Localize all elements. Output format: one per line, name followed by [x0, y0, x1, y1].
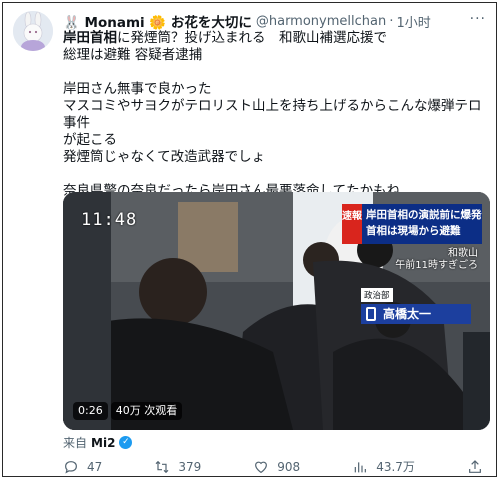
views-chart-icon: [354, 461, 367, 472]
tweet-header: 🐰 Monami 🌼 お花を大切に @harmonymellchan · 1小时: [63, 11, 486, 31]
text-line-1-rest: に発煙筒？投げ込まれる 和歌山補選応援で: [117, 30, 387, 46]
breaking-line-2: 首相は現場から避難: [366, 225, 461, 237]
verified-badge-icon: ✓: [119, 436, 133, 449]
text-gap: [63, 64, 493, 81]
location-time: 午前11時すぎごろ: [395, 260, 478, 271]
avatar-image: [13, 11, 53, 51]
separator-dot: ·: [389, 13, 394, 29]
video-duration: 0:26: [73, 402, 108, 420]
tweet-card: 🐰 Monami 🌼 お花を大切に @harmonymellchan · 1小时…: [2, 2, 497, 477]
video-player[interactable]: 11:48 速報 岸田首相の演説前に爆発音 首相は現場から避難 和歌山 午前11…: [63, 192, 490, 430]
share-button[interactable]: [467, 458, 483, 475]
tweet-actions: 47 379 908 43.7万: [63, 458, 483, 475]
location-name: 和歌山: [448, 248, 478, 259]
text-line-6: が起こる: [63, 132, 117, 148]
text-gap: [63, 166, 493, 183]
video-clock: 11:48: [81, 210, 138, 230]
retweet-button[interactable]: 379: [154, 458, 201, 475]
retweet-icon: [155, 460, 169, 473]
author-name-suffix: お花を大切に: [170, 15, 252, 31]
text-line-2: 総理は避難 容疑者逮捕: [63, 47, 203, 63]
avatar[interactable]: [13, 11, 53, 51]
text-line-5: マスコミやサヨクがテロリスト山上を持ち上げるからこんな爆弾テロ事件: [63, 98, 482, 131]
text-line-7: 発煙筒じゃなくて改造武器でしょ: [63, 149, 266, 165]
reporter-dept: 政治部: [361, 288, 393, 302]
retweet-count: 379: [178, 459, 202, 474]
reporter-namebar: 高橋太一: [361, 304, 471, 324]
tweet-text: 岸田首相に発煙筒？投げ込まれる 和歌山補選応援で 総理は避難 容疑者逮捕 岸田さ…: [63, 30, 493, 200]
heart-icon: [255, 461, 268, 473]
rabbit-emoji-icon: 🐰: [63, 15, 80, 31]
author-handle[interactable]: @harmonymellchan: [256, 14, 386, 29]
reporter-caption: 政治部 高橋太一: [361, 283, 471, 324]
text-line-1: 岸田首相に発煙筒？投げ込まれる 和歌山補選応援で: [63, 30, 493, 47]
reply-button[interactable]: 47: [63, 458, 102, 475]
views-button[interactable]: 43.7万: [352, 458, 415, 475]
reply-count: 47: [87, 459, 103, 474]
more-options-icon[interactable]: ···: [470, 11, 486, 27]
source-prefix: 来自: [63, 436, 88, 450]
like-button[interactable]: 908: [253, 458, 300, 475]
breaking-line-1: 岸田首相の演説前に爆発音: [366, 209, 482, 221]
views-count: 43.7万: [376, 460, 415, 474]
breaking-news-banner: 速報 岸田首相の演説前に爆発音 首相は現場から避難: [342, 204, 482, 244]
tweet-time[interactable]: 1小时: [397, 12, 431, 31]
tweet-source: 来自 Mi2 ✓: [63, 434, 133, 451]
source-app[interactable]: Mi2: [91, 436, 115, 450]
author-name-group[interactable]: 🐰 Monami 🌼 お花を大切に: [63, 11, 252, 31]
like-count: 908: [277, 459, 301, 474]
flower-emoji-icon: 🌼: [149, 15, 167, 31]
breaking-lines: 岸田首相の演説前に爆発音 首相は現場から避難: [362, 204, 482, 244]
phone-icon: [366, 307, 376, 321]
breaking-tag: 速報: [342, 204, 362, 244]
video-views: 40万 次观看: [110, 402, 183, 420]
reporter-name: 高橋太一: [383, 307, 432, 321]
video-info: 0:26 40万 次观看: [73, 402, 183, 420]
share-icon: [469, 459, 481, 473]
text-line-4: 岸田さん無事で良かった: [63, 81, 212, 97]
reply-icon: [65, 460, 77, 474]
video-location: 和歌山 午前11時すぎごろ: [395, 248, 478, 272]
author-name: Monami: [84, 15, 145, 31]
text-line-1-bold: 岸田首相: [63, 30, 117, 46]
